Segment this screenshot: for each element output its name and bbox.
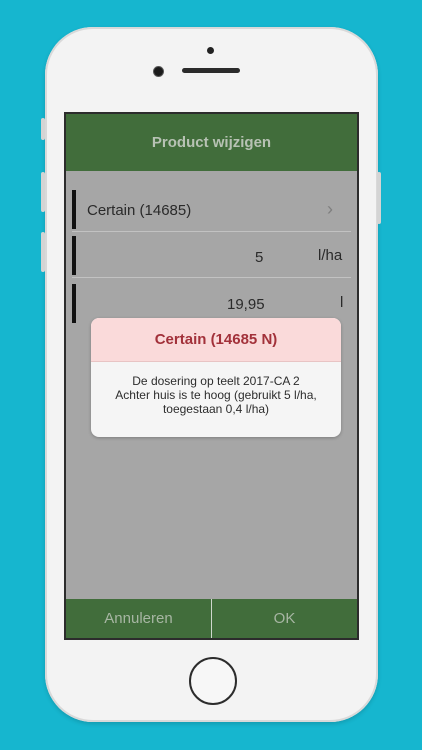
dialog-line: toegestaan 0,4 l/ha) bbox=[162, 402, 270, 416]
dose-value: 5 bbox=[255, 249, 264, 266]
page-title: Product wijzigen bbox=[66, 114, 357, 171]
dose-row[interactable]: 5 l/ha bbox=[72, 234, 351, 278]
front-camera bbox=[153, 66, 164, 77]
side-button-left-1 bbox=[41, 118, 45, 140]
total-unit: l bbox=[340, 294, 344, 311]
sensor bbox=[207, 47, 214, 54]
row-marker bbox=[72, 190, 76, 229]
dialog-line: De dosering op teelt 2017-CA 2 bbox=[132, 374, 300, 388]
ok-button[interactable]: OK bbox=[212, 599, 357, 638]
row-marker bbox=[72, 236, 76, 275]
row-marker bbox=[72, 284, 76, 323]
warning-dialog[interactable]: Certain (14685 N) De dosering op teelt 2… bbox=[91, 318, 341, 437]
dialog-title: Certain (14685 N) bbox=[91, 318, 341, 362]
chevron-right-icon: › bbox=[327, 199, 333, 219]
footer-bar: Annuleren OK bbox=[66, 599, 357, 638]
cancel-button[interactable]: Annuleren bbox=[66, 599, 211, 638]
dialog-message: De dosering op teelt 2017-CA 2 Achter hu… bbox=[91, 362, 341, 416]
total-value: 19,95 bbox=[227, 296, 265, 313]
speaker-grille bbox=[182, 68, 240, 73]
side-button-right bbox=[377, 172, 381, 224]
side-button-left-3 bbox=[41, 232, 45, 272]
product-row[interactable]: Certain (14685) › bbox=[72, 188, 351, 232]
product-name: Certain (14685) bbox=[87, 202, 192, 219]
side-button-left-2 bbox=[41, 172, 45, 212]
home-button[interactable] bbox=[189, 657, 237, 705]
dialog-line: Achter huis is te hoog (gebruikt 5 l/ha, bbox=[115, 388, 317, 402]
dose-unit: l/ha bbox=[318, 247, 343, 264]
